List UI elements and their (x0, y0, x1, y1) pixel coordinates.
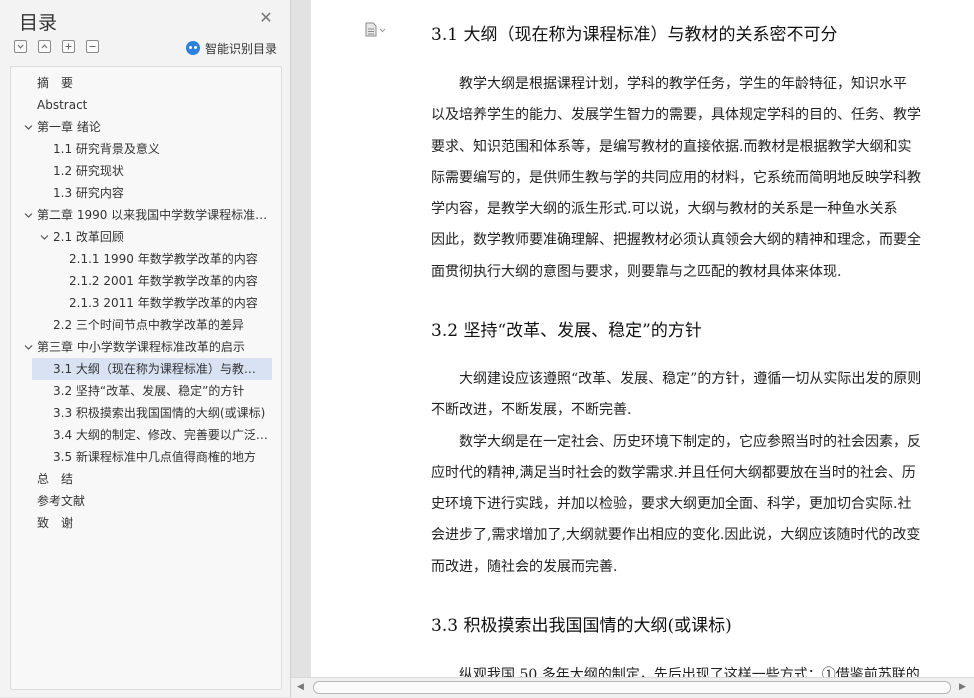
chevron-down-icon[interactable] (40, 233, 49, 242)
document-page: 3.1 大纲（现在称为课程标准）与教材的关系密不可分 教学大纲是根据课程计划，学… (311, 0, 974, 677)
close-icon[interactable]: ✕ (259, 10, 273, 26)
toc-list: 摘 要 Abstract 第一章 绪论 1.1 研究背景及意义 1.2 研究现状 1.3 … (10, 66, 282, 690)
paragraph: 大纲建设应该遵照“改革、发展、稳定”的方针，遵循一切从实际出发的原则 不断改进，不… (431, 364, 974, 583)
toc-item-label: 总 结 (37, 472, 74, 486)
text-line: 学内容，是教学大纲的派生形式.可以说，大纲与教材的关系是一种鱼水关系 (431, 201, 898, 218)
toc-item[interactable]: 第三章 中小学数学课程标准改革的启示 (11, 336, 279, 358)
collapse-all-icon[interactable] (14, 40, 27, 53)
chevron-down-icon[interactable] (24, 211, 33, 220)
scroll-right-icon[interactable]: ▶ (959, 682, 966, 692)
toc-item[interactable]: 2.1.1 1990 年数学教学改革的内容 (11, 248, 279, 270)
toc-item-label: 参考文献 (37, 494, 86, 508)
add-icon[interactable] (62, 40, 75, 53)
toc-title: 目录 (19, 12, 58, 34)
toc-item-label: 2.1.2 2001 年数学教学改革的内容 (69, 274, 258, 288)
toc-item-label: 3.2 坚持“改革、发展、稳定”的方针 (53, 384, 245, 398)
toc-item-label: 1.1 研究背景及意义 (53, 142, 160, 156)
text-line: 要求、知识范围和体系等，是编写教材的直接依据.而教材是根据教学大纲和实 (431, 138, 912, 155)
smart-toc-button[interactable]: 智能识别目录 (186, 40, 277, 56)
text-line: 应时代的精神,满足当时社会的数学需求.并且任何大纲都要放在当时的社会、历 (431, 464, 916, 481)
section-heading: 3.1 大纲（现在称为课程标准）与教材的关系密不可分 (431, 25, 838, 45)
text-line: 数学大纲是在一定社会、历史环境下制定的，它应参照当时的社会因素，反 (431, 433, 921, 450)
toc-item-label: 3.5 新课程标准中几点值得商榷的地方 (53, 450, 256, 464)
text-line: 而改进，随社会的发展而完善. (431, 558, 618, 575)
toc-item[interactable]: 总 结 (11, 468, 279, 490)
toc-item[interactable]: 3.1 大纲（现在称为课程标准）与教材的关系密不可分 (32, 358, 272, 380)
text-line: 面贯彻执行大纲的意图与要求，则要靠与之匹配的教材具体来体现. (431, 263, 842, 280)
chevron-down-icon[interactable] (24, 123, 33, 132)
toc-item-label: 3.3 积极摸索出我国国情的大纲(或课标) (53, 406, 266, 420)
toc-item[interactable]: 3.5 新课程标准中几点值得商榷的地方 (11, 446, 279, 468)
toc-item[interactable]: 2.1 改革回顾 (11, 226, 279, 248)
toc-item[interactable]: 1.1 研究背景及意义 (11, 138, 279, 160)
toc-item[interactable]: 第一章 绪论 (11, 116, 279, 138)
section-heading: 3.3 积极摸索出我国国情的大纲(或课标) (431, 616, 732, 636)
text-line: 不断改进，不断发展，不断完善. (431, 402, 632, 419)
smart-toc-label: 智能识别目录 (205, 41, 278, 56)
toc-item-label: 1.2 研究现状 (53, 164, 124, 178)
toc-item[interactable]: 第二章 1990 以来我国中学数学课程标准改革的发展 (11, 204, 279, 226)
toc-item-label: 第一章 绪论 (37, 120, 101, 134)
toc-item-label: 2.1 改革回顾 (53, 230, 124, 244)
toc-item-label: 致 谢 (37, 516, 74, 530)
toc-item-label: 第二章 1990 以来我国中学数学课程标准改革的发展 (37, 208, 273, 222)
toc-item[interactable]: 1.3 研究内容 (11, 182, 279, 204)
toc-item-label: 2.1.1 1990 年数学教学改革的内容 (69, 252, 258, 266)
remove-icon[interactable] (86, 40, 99, 53)
toc-item[interactable]: 参考文献 (11, 490, 279, 512)
text-line: 大纲建设应该遵照“改革、发展、稳定”的方针，遵循一切从实际出发的原则 (431, 371, 922, 387)
expand-all-icon[interactable] (38, 40, 51, 53)
toc-item[interactable]: 摘 要 (11, 72, 279, 94)
toc-item[interactable]: 3.3 积极摸索出我国国情的大纲(或课标) (11, 402, 279, 424)
toc-panel: 目录 ✕ 智能识别目录 摘 要 Abstract 第一章 绪论 1.1 研究背景及意义… (0, 0, 290, 697)
toc-item-label: 第三章 中小学数学课程标准改革的启示 (37, 340, 245, 354)
toc-item[interactable]: 3.4 大纲的制定、修改、完善要以广泛的实践为基础 (11, 424, 279, 446)
text-line: 际需要编写的，是供师生教与学的共同应用的材料，它系统而简明地反映学科教 (431, 169, 921, 186)
toc-item[interactable]: Abstract (11, 94, 279, 116)
toc-item[interactable]: 致 谢 (11, 512, 279, 534)
toc-item-label: 3.4 大纲的制定、修改、完善要以广泛的实践为基础 (53, 428, 273, 442)
text-line: 会进步了,需求增加了,大纲就要作出相应的变化.因此说，大纲应该随时代的改变 (431, 527, 921, 544)
text-line: 教学大纲是根据课程计划，学科的教学任务，学生的年龄特征，知识水平 (431, 76, 907, 92)
toc-item-label: 3.1 大纲（现在称为课程标准）与教材的关系密不可分 (53, 362, 266, 376)
toc-item-label: 1.3 研究内容 (53, 186, 124, 200)
document-icon[interactable] (365, 22, 387, 38)
toc-item[interactable]: 2.1.2 2001 年数学教学改革的内容 (11, 270, 279, 292)
toc-item[interactable]: 3.2 坚持“改革、发展、稳定”的方针 (11, 380, 279, 402)
scroll-left-icon[interactable]: ◀ (297, 682, 304, 692)
panel-splitter[interactable] (290, 0, 311, 697)
toc-item[interactable]: 2.1.3 2011 年数学教学改革的内容 (11, 292, 279, 314)
paragraph: 教学大纲是根据课程计划，学科的教学任务，学生的年龄特征，知识水平 以及培养学生的能… (431, 69, 974, 288)
text-line: 纵观我国 50 多年大纲的制定，先后出现了这样一些方式：①借鉴前苏联的 (431, 667, 920, 677)
paragraph: 纵观我国 50 多年大纲的制定，先后出现了这样一些方式：①借鉴前苏联的 (431, 660, 974, 677)
toc-item-label: 2.2 三个时间节点中教学改革的差异 (53, 318, 244, 332)
toc-item-label: Abstract (37, 98, 88, 112)
text-line: 以及培养学生的能力、发展学生智力的需要，具体规定学科的目的、任务、教学 (431, 107, 921, 124)
text-line: 史环境下进行实践，并加以检验，要求大纲更加全面、科学，更加切合实际.社 (431, 496, 912, 513)
scrollbar-thumb[interactable] (313, 681, 951, 694)
toc-item-label: 2.1.3 2011 年数学教学改革的内容 (69, 296, 258, 310)
toc-item[interactable]: 2.2 三个时间节点中教学改革的差异 (11, 314, 279, 336)
ai-icon (186, 41, 200, 55)
toc-item-label: 摘 要 (37, 76, 74, 90)
toc-item[interactable]: 1.2 研究现状 (11, 160, 279, 182)
horizontal-scrollbar[interactable]: ◀ ▶ (291, 677, 974, 698)
section-heading: 3.2 坚持“改革、发展、稳定”的方针 (431, 321, 702, 341)
text-line: 因此，数学教师要准确理解、把握教材必须认真领会大纲的精神和理念，而要全 (431, 232, 921, 249)
chevron-down-icon[interactable] (24, 343, 33, 352)
